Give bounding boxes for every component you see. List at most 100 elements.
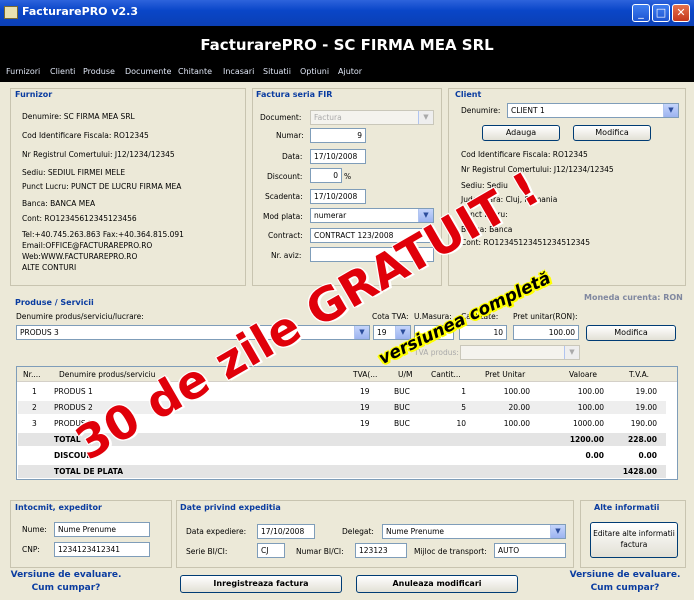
menu-situatii[interactable]: Situatii xyxy=(263,67,291,76)
data-input[interactable]: 17/10/2008 xyxy=(310,149,366,164)
menu-optiuni[interactable]: Optiuni xyxy=(300,67,329,76)
maximize-button[interactable]: □ xyxy=(652,4,670,22)
add-client-button[interactable]: Adauga xyxy=(482,125,560,141)
row-um: BUC xyxy=(394,403,410,412)
menu-chitante[interactable]: Chitante xyxy=(178,67,212,76)
expeditie-title: Date privind expeditia xyxy=(180,503,281,512)
menu-documente[interactable]: Documente xyxy=(125,67,171,76)
serie-bi-label: Serie BI/CI: xyxy=(186,547,228,556)
total-tva: 228.00 xyxy=(628,435,657,444)
moneda-curenta: Moneda curenta: RON xyxy=(584,293,683,302)
document-label: Document: xyxy=(260,113,302,122)
numar-input[interactable]: 9 xyxy=(310,128,366,143)
menu-furnizori[interactable]: Furnizori xyxy=(6,67,40,76)
col-nr[interactable]: Nr.... xyxy=(23,370,41,379)
close-button[interactable]: ✕ xyxy=(672,4,690,22)
client-title: Client xyxy=(455,90,482,99)
aviz-label: Nr. aviz: xyxy=(271,251,302,260)
furnizor-alte-conturi: ALTE CONTURI xyxy=(22,263,77,272)
data-expediere-label: Data expediere: xyxy=(186,527,247,536)
col-tva[interactable]: TVA(... xyxy=(353,370,377,379)
row-cantitate: 10 xyxy=(456,419,466,428)
row-denumire: PRODUS 1 xyxy=(54,387,93,396)
col-denumire[interactable]: Denumire produs/serviciu xyxy=(59,370,156,379)
app-header: FacturarePRO - SC FIRMA MEA SRL xyxy=(0,26,694,64)
col-tva-value[interactable]: T.V.A. xyxy=(629,370,649,379)
mijloc-transport-label: Mijloc de transport: xyxy=(414,547,487,556)
numar-bi-input[interactable]: 123123 xyxy=(355,543,407,558)
numar-label: Numar: xyxy=(276,131,304,140)
menu-clienti[interactable]: Clienti xyxy=(50,67,75,76)
cnp-input[interactable]: 1234123412341 xyxy=(54,542,150,557)
document-select[interactable]: Factura ▼ xyxy=(310,110,434,125)
row-tva-value: 19.00 xyxy=(635,403,657,412)
discount-input[interactable]: 0 xyxy=(310,168,342,183)
cnp-label: CNP: xyxy=(22,545,40,554)
furnizor-banca: Banca: BANCA MEA xyxy=(22,199,96,208)
numar-bi-label: Numar BI/CI: xyxy=(296,547,344,556)
client-select[interactable]: CLIENT 1 ▼ xyxy=(507,103,679,118)
menu-ajutor[interactable]: Ajutor xyxy=(338,67,362,76)
eval-right-buy-link[interactable]: Cum cumpar? xyxy=(560,583,690,593)
menu-bar: Furnizori Clienti Produse Documente Chit… xyxy=(0,64,694,82)
row-tva: 19 xyxy=(360,419,370,428)
scadenta-input[interactable]: 17/10/2008 xyxy=(310,189,366,204)
cota-tva-label: Cota TVA: xyxy=(372,312,409,321)
col-valoare[interactable]: Valoare xyxy=(569,370,597,379)
window-titlebar: FacturarePRO v2.3 _ □ ✕ xyxy=(0,0,694,26)
nume-label: Nume: xyxy=(22,525,47,534)
delegat-select[interactable]: Nume Prenume ▼ xyxy=(382,524,566,539)
save-invoice-button[interactable]: Inregistreaza factura xyxy=(180,575,342,593)
row-pret: 100.00 xyxy=(503,419,530,428)
tva-produs-select[interactable]: ▼ xyxy=(460,345,580,360)
eval-left-buy-link[interactable]: Cum cumpar? xyxy=(2,583,130,593)
row-nr: 2 xyxy=(32,403,37,412)
serie-bi-input[interactable]: CJ xyxy=(257,543,285,558)
contract-label: Contract: xyxy=(268,231,303,240)
scadenta-label: Scadenta: xyxy=(265,192,303,201)
col-cantitate[interactable]: Cantit... xyxy=(431,370,461,379)
row-tva: 19 xyxy=(360,387,370,396)
data-expediere-input[interactable]: 17/10/2008 xyxy=(257,524,315,539)
furnizor-email: Email:OFFICE@FACTURAREPRO.RO xyxy=(22,241,153,250)
row-valoare: 100.00 xyxy=(577,403,604,412)
menu-produse[interactable]: Produse xyxy=(83,67,115,76)
chevron-down-icon: ▼ xyxy=(354,326,369,339)
furnizor-cif: Cod Identificare Fiscala: RO12345 xyxy=(22,131,149,140)
col-um[interactable]: U/M xyxy=(398,370,413,379)
discount-unit: % xyxy=(344,172,352,181)
furnizor-denumire: Denumire: SC FIRMA MEA SRL xyxy=(22,112,135,121)
client-denumire-label: Denumire: xyxy=(461,106,501,115)
cancel-changes-button[interactable]: Anuleaza modificari xyxy=(356,575,518,593)
discount-valoare: 0.00 xyxy=(585,451,604,460)
row-cantitate: 1 xyxy=(461,387,466,396)
editare-info-button[interactable]: Editare alte informatii factura xyxy=(590,522,678,558)
eval-left-line1: Versiune de evaluare. xyxy=(10,570,122,580)
col-pret-unitar[interactable]: Pret Unitar xyxy=(485,370,525,379)
intocmit-title: Intocmit, expeditor xyxy=(15,503,102,512)
mijloc-transport-input[interactable]: AUTO xyxy=(494,543,566,558)
minimize-button[interactable]: _ xyxy=(632,4,650,22)
furnizor-reg-com: Nr Registrul Comertului: J12/1234/12345 xyxy=(22,150,175,159)
row-pret: 100.00 xyxy=(503,387,530,396)
factura-title: Factura seria FIR xyxy=(256,90,333,99)
chevron-down-icon: ▼ xyxy=(550,525,565,538)
furnizor-tel-fax: Tel:+40.745.263.863 Fax:+40.364.815.091 xyxy=(22,230,184,239)
row-um: BUC xyxy=(394,419,410,428)
furnizor-title: Furnizor xyxy=(15,90,53,99)
total-plata-value: 1428.00 xyxy=(622,467,657,476)
client-reg-com: Nr Registrul Comertului: J12/1234/12345 xyxy=(461,165,614,174)
row-valoare: 1000.00 xyxy=(572,419,604,428)
modify-client-button[interactable]: Modifica xyxy=(573,125,651,141)
produs-denumire-label: Denumire produs/serviciu/lucrare: xyxy=(16,312,144,321)
client-cif: Cod Identificare Fiscala: RO12345 xyxy=(461,150,588,159)
chevron-down-icon: ▼ xyxy=(418,111,433,124)
alte-title: Alte informatii xyxy=(594,503,660,512)
modify-product-button[interactable]: Modifica xyxy=(586,325,676,341)
mod-plata-label: Mod plata: xyxy=(263,212,303,221)
total-plata-row: TOTAL DE PLATA 1428.00 xyxy=(18,465,666,478)
pret-unitar-input[interactable]: 100.00 xyxy=(513,325,579,340)
row-nr: 1 xyxy=(32,387,37,396)
nume-input[interactable]: Nume Prenume xyxy=(54,522,150,537)
menu-incasari[interactable]: Incasari xyxy=(223,67,254,76)
